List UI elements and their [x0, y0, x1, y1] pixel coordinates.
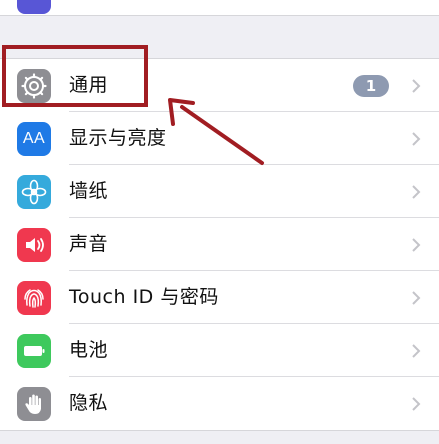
chevron-right-icon: [412, 79, 421, 93]
hand-icon: [17, 387, 51, 421]
text-size-icon: AA: [17, 122, 51, 156]
settings-row-display[interactable]: AA 显示与亮度: [0, 112, 439, 165]
gear-icon: [17, 69, 51, 103]
chevron-right-icon: [412, 291, 421, 305]
speaker-icon: [17, 228, 51, 262]
chevron-right-icon: [412, 397, 421, 411]
settings-row-battery[interactable]: 电池: [0, 324, 439, 377]
settings-row-label: 声音: [69, 233, 109, 255]
settings-row-label: 墙纸: [69, 180, 109, 202]
fingerprint-icon: [17, 281, 51, 315]
battery-icon: [17, 334, 51, 368]
settings-group-top: [0, 0, 439, 16]
settings-row-wallpaper[interactable]: 墙纸: [0, 165, 439, 218]
notification-badge: 1: [353, 75, 389, 97]
text-size-glyph: AA: [22, 130, 46, 147]
chevron-right-icon: [412, 344, 421, 358]
settings-row-touch-id[interactable]: Touch ID 与密码: [0, 271, 439, 324]
settings-row-label: 显示与亮度: [69, 127, 167, 149]
settings-row-label: 通用: [69, 74, 109, 96]
settings-row-general[interactable]: 通用 1: [0, 59, 439, 112]
chevron-right-icon: [412, 132, 421, 146]
settings-screen: 通用 1 AA 显示与亮度 墙纸 声音 Touch ID 与密码 电池 隐私: [0, 0, 439, 444]
flower-icon: [17, 175, 51, 209]
chevron-right-icon: [412, 238, 421, 252]
settings-row-label: 电池: [69, 339, 109, 361]
settings-row-sounds[interactable]: 声音: [0, 218, 439, 271]
settings-group-main: 通用 1 AA 显示与亮度 墙纸 声音 Touch ID 与密码 电池 隐私: [0, 58, 439, 431]
settings-row-privacy[interactable]: 隐私: [0, 377, 439, 430]
app-icon-partial: [17, 0, 51, 14]
chevron-right-icon: [412, 185, 421, 199]
settings-row-label: Touch ID 与密码: [69, 286, 219, 308]
settings-row-label: 隐私: [69, 392, 109, 414]
